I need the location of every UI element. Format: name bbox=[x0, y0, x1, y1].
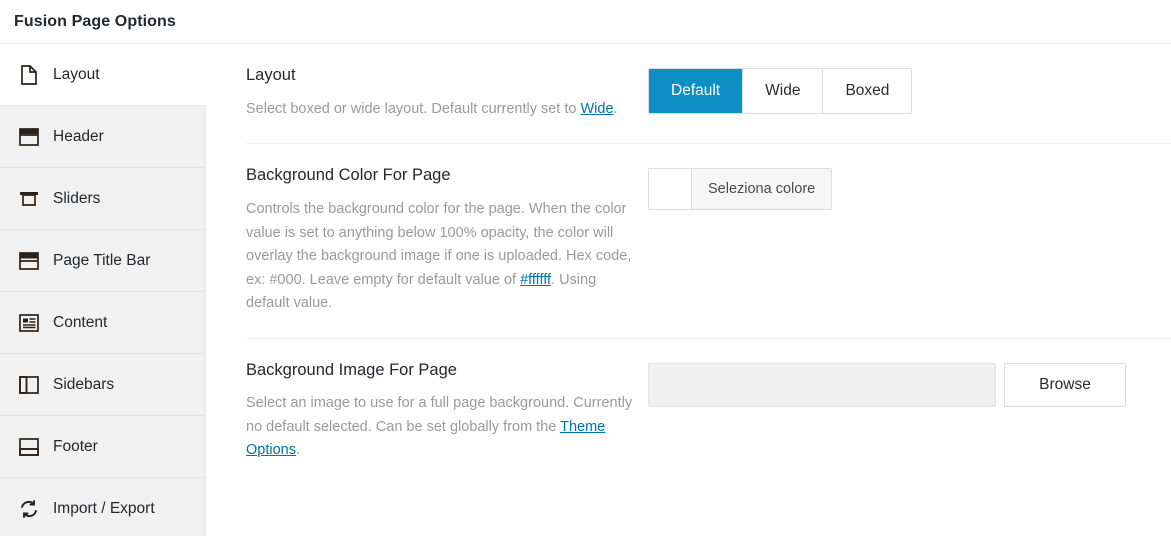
slider-icon bbox=[18, 188, 40, 210]
page-title: Fusion Page Options bbox=[14, 12, 176, 30]
page-icon bbox=[18, 64, 40, 86]
sidebar-item-page-title-bar[interactable]: Page Title Bar bbox=[0, 230, 205, 292]
layout-button-group: Default Wide Boxed bbox=[648, 68, 913, 114]
content-icon bbox=[18, 312, 40, 334]
option-label: Background Image For Page bbox=[246, 360, 457, 379]
option-label: Background Color For Page bbox=[246, 166, 451, 185]
help-link[interactable]: Wide bbox=[580, 101, 613, 117]
panel-body: Layout Header Sliders Page Title Bar Content… bbox=[0, 44, 1171, 536]
sidebar-item-label: Content bbox=[53, 313, 108, 331]
option-help-text: Select boxed or wide layout. Default cur… bbox=[246, 98, 634, 121]
panel-header: Fusion Page Options bbox=[0, 0, 1171, 44]
sidebar-item-label: Header bbox=[53, 127, 104, 145]
help-text-fragment: . bbox=[295, 442, 301, 459]
option-description: Background Color For Page Controls the ba… bbox=[246, 166, 648, 315]
option-help-text: Controls the background color for the pa… bbox=[246, 198, 634, 315]
option-row: Background Image For Page Select an image… bbox=[246, 339, 1171, 485]
sidebar-item-label: Layout bbox=[53, 65, 100, 83]
option-row: Layout Select boxed or wide layout. Defau… bbox=[246, 44, 1171, 145]
help-link[interactable]: #ffffff bbox=[520, 272, 551, 288]
sidebar-item-sidebars[interactable]: Sidebars bbox=[0, 354, 205, 416]
option-description: Background Image For Page Select an image… bbox=[246, 361, 648, 463]
help-text-fragment: Select boxed or wide layout. Default cur… bbox=[246, 100, 581, 117]
sidebar-item-layout[interactable]: Layout bbox=[0, 44, 206, 106]
header-icon bbox=[18, 126, 40, 148]
help-text-fragment: . bbox=[613, 100, 618, 117]
layout-option-default[interactable]: Default bbox=[649, 69, 744, 113]
option-control: Browse bbox=[648, 361, 1167, 407]
layout-option-wide[interactable]: Wide bbox=[743, 69, 824, 113]
sidebar-item-sliders[interactable]: Sliders bbox=[0, 168, 205, 230]
sidebar-item-header[interactable]: Header bbox=[0, 106, 205, 168]
color-picker[interactable]: Seleziona colore bbox=[648, 168, 833, 211]
sidebar-item-import-export[interactable]: Import / Export bbox=[0, 478, 205, 536]
color-swatch[interactable] bbox=[649, 169, 692, 210]
fusion-page-options-panel: Fusion Page Options Layout Header Sliders P… bbox=[0, 0, 1171, 536]
sidebar-item-label: Page Title Bar bbox=[53, 251, 151, 269]
option-control: Default Wide Boxed bbox=[648, 66, 1167, 114]
main-content: Layout Select boxed or wide layout. Defau… bbox=[206, 44, 1171, 536]
sidebar-item-label: Footer bbox=[53, 437, 98, 455]
sidebar-item-label: Import / Export bbox=[53, 499, 155, 517]
footer-icon bbox=[18, 436, 40, 458]
sidebars-icon bbox=[18, 374, 40, 396]
sidebar-item-label: Sidebars bbox=[53, 375, 115, 393]
layout-option-boxed[interactable]: Boxed bbox=[823, 69, 912, 113]
option-row: Background Color For Page Controls the ba… bbox=[246, 144, 1171, 339]
background-image-input[interactable] bbox=[648, 362, 996, 407]
browse-button[interactable]: Browse bbox=[1004, 362, 1126, 407]
upload-field-group: Browse bbox=[648, 362, 1126, 407]
sidebar-item-content[interactable]: Content bbox=[0, 292, 205, 354]
title-bar-icon bbox=[18, 250, 40, 272]
option-description: Layout Select boxed or wide layout. Defau… bbox=[246, 66, 648, 121]
sidebar-nav: Layout Header Sliders Page Title Bar Content… bbox=[0, 44, 206, 536]
option-help-text: Select an image to use for a full page b… bbox=[246, 392, 634, 462]
refresh-icon bbox=[18, 498, 40, 520]
sidebar-item-footer[interactable]: Footer bbox=[0, 416, 205, 478]
option-label: Layout bbox=[246, 66, 296, 84]
color-picker-label[interactable]: Seleziona colore bbox=[692, 169, 832, 210]
sidebar-item-label: Sliders bbox=[53, 189, 101, 207]
option-control: Seleziona colore bbox=[648, 166, 1167, 214]
